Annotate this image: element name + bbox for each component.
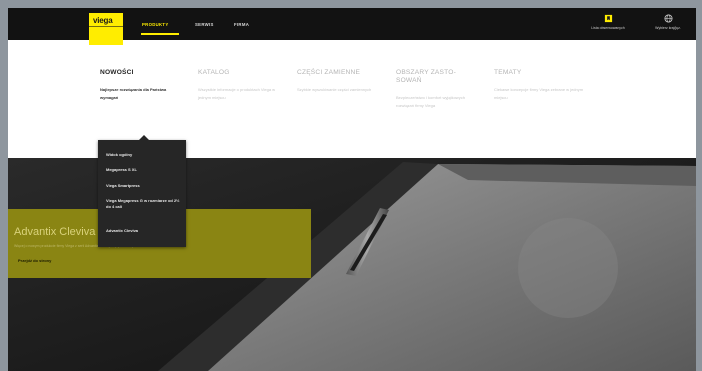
nav-firma[interactable]: FIRMA — [234, 22, 249, 27]
promo-title: Advantix Cleviva — [14, 226, 96, 238]
menu-column-title: KATALOG — [198, 69, 230, 76]
nav-produkty[interactable]: PRODUKTY — [142, 22, 169, 27]
browser-viewport: PRODUKTY SERWIS FIRMA Lista obserwowanyc… — [8, 8, 696, 371]
nowosci-submenu: Widok ogólny Megapress S XL Viega Smartp… — [98, 135, 186, 247]
menu-column-text: Wszystkie informacje o produktach Viega … — [198, 87, 276, 100]
menu-column-czesci-zamienne[interactable]: CZĘŚCI ZAMIENNE Szybkie wyszukiwanie czę… — [297, 69, 381, 94]
menu-column-nowosci[interactable]: NOWOŚCI Najlepsze rozwiązania dla Państw… — [100, 69, 184, 102]
menu-column-text: Najlepsze rozwiązania dla Państwa wymaga… — [100, 87, 167, 100]
promo-link[interactable]: Przejdź do strony — [18, 258, 51, 263]
nav-serwis[interactable]: SERWIS — [195, 22, 214, 27]
menu-column-title: NOWOŚCI — [100, 69, 134, 76]
menu-column-text: Ciekawe koncepcje firmy Viega zebrane w … — [494, 87, 584, 100]
active-nav-indicator — [141, 33, 179, 35]
menu-column-obszary-zastosowan[interactable]: OBSZARY ZASTO-SOWAŃ Bezpieczeństwo i kom… — [396, 69, 476, 110]
menu-column-tematy[interactable]: TEMATY Ciekawe koncepcje firmy Viega zeb… — [494, 69, 586, 102]
viega-logo[interactable]: viega — [89, 13, 123, 45]
menu-column-title: TEMATY — [494, 69, 522, 76]
menu-column-katalog[interactable]: KATALOG Wszystkie informacje o produktac… — [198, 69, 278, 102]
country-language-label: Wybierz kraj/jęz. — [655, 26, 681, 30]
country-language-button[interactable]: Wybierz kraj/jęz. — [648, 14, 688, 30]
globe-icon — [663, 14, 673, 23]
submenu-item-smartpress[interactable]: Viega Smartpress — [106, 183, 184, 189]
bookmark-icon — [604, 14, 612, 23]
menu-column-title: CZĘŚCI ZAMIENNE — [297, 69, 361, 76]
logo-divider — [89, 26, 123, 27]
submenu-item-megapress-g[interactable]: Viega Megapress G w rozmiarze od 2½ do 4… — [106, 198, 180, 210]
logo-text: viega — [93, 16, 113, 25]
watchlist-button[interactable]: Lista obserwowanych — [586, 14, 630, 30]
submenu-item-advantix-cleviva[interactable]: Advantix Cleviva — [106, 228, 184, 234]
menu-column-title: OBSZARY ZASTO-SOWAŃ — [396, 69, 456, 84]
menu-column-text: Szybkie wyszukiwanie części zamiennych — [297, 87, 372, 92]
menu-column-text: Bezpieczeństwo i komfort wyjątkowych roz… — [396, 95, 465, 108]
submenu-item-megapress-s-xl[interactable]: Megapress S XL — [106, 167, 184, 173]
watchlist-label: Lista obserwowanych — [591, 26, 625, 30]
submenu-item-widok-ogolny[interactable]: Widok ogólny — [106, 152, 184, 158]
